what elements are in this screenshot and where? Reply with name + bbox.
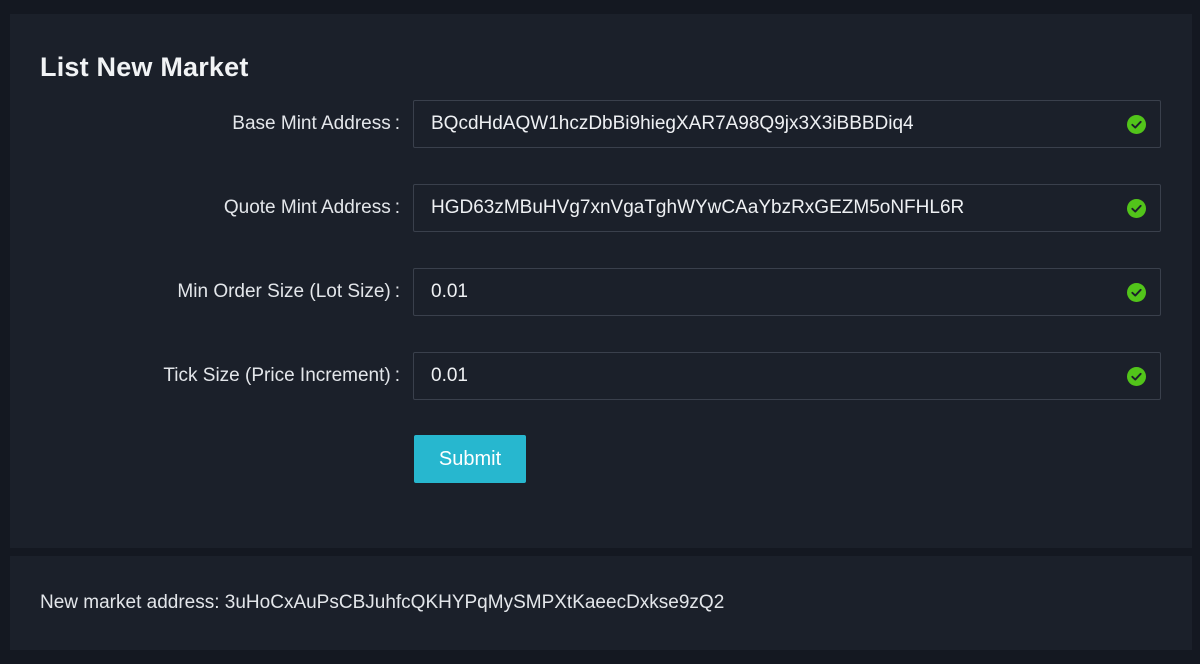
check-circle-icon: [1127, 283, 1146, 302]
new-market-address-value: 3uHoCxAuPsCBJuhfcQKHYPqMySMPXtKaeecDxkse…: [224, 592, 725, 613]
lot-size-input[interactable]: [414, 269, 1121, 315]
check-circle-icon: [1127, 115, 1146, 134]
check-circle-icon: [1127, 199, 1146, 218]
base-mint-input-wrapper: [413, 100, 1161, 148]
tick-size-input[interactable]: [414, 353, 1121, 399]
base-mint-input[interactable]: [414, 101, 1121, 147]
tick-size-label: Tick Size (Price Increment):: [163, 365, 400, 386]
quote-mint-input[interactable]: [414, 185, 1121, 231]
tick-size-row: Tick Size (Price Increment):: [10, 352, 1192, 400]
quote-mint-label: Quote Mint Address:: [223, 197, 400, 218]
new-market-address: New market address: 3uHoCxAuPsCBJuhfcQKH…: [40, 590, 724, 616]
new-market-address-label: New market address:: [40, 592, 220, 613]
submit-button[interactable]: Submit: [414, 435, 526, 483]
check-circle-icon: [1127, 367, 1146, 386]
quote-mint-row: Quote Mint Address:: [10, 184, 1192, 232]
base-mint-label: Base Mint Address:: [232, 113, 400, 134]
tick-size-input-wrapper: [413, 352, 1161, 400]
list-market-form: List New Market Base Mint Address: Quote…: [10, 14, 1192, 548]
lot-size-label: Min Order Size (Lot Size):: [177, 281, 400, 302]
form-title: List New Market: [40, 52, 249, 82]
base-mint-row: Base Mint Address:: [10, 100, 1192, 148]
result-panel: New market address: 3uHoCxAuPsCBJuhfcQKH…: [10, 556, 1192, 650]
lot-size-input-wrapper: [413, 268, 1161, 316]
quote-mint-input-wrapper: [413, 184, 1161, 232]
lot-size-row: Min Order Size (Lot Size):: [10, 268, 1192, 316]
